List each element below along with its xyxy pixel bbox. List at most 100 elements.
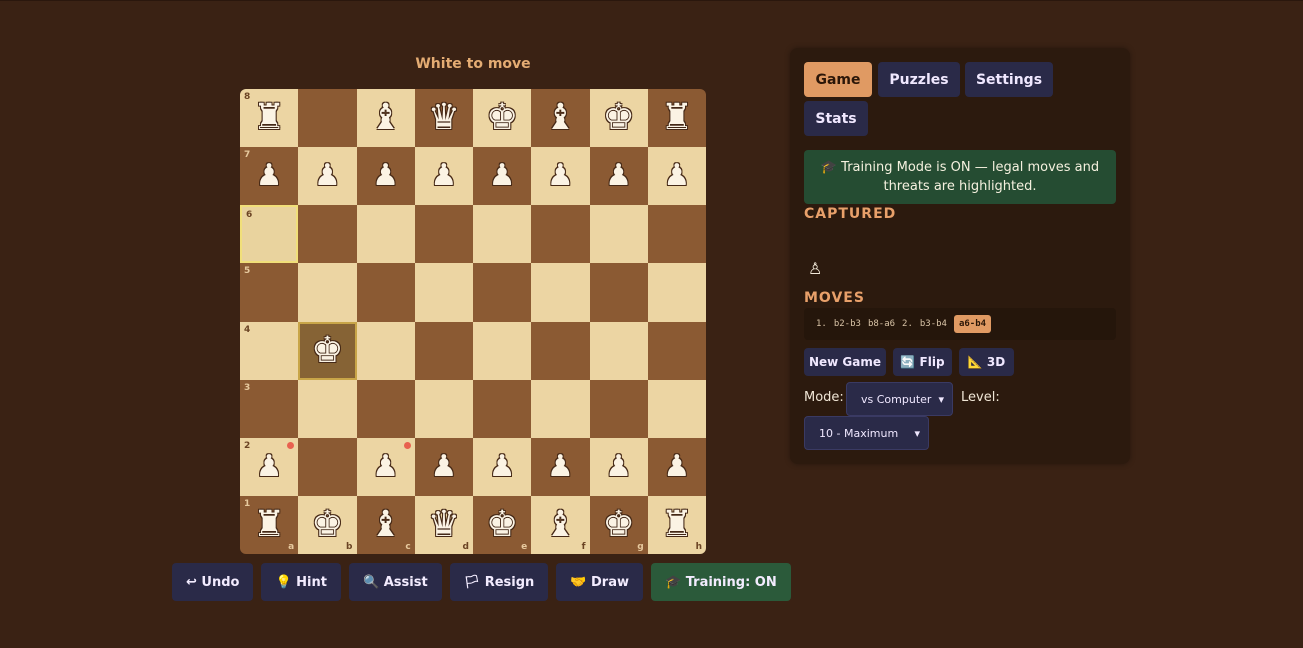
- square-e7[interactable]: ♟: [473, 147, 532, 206]
- bishop-icon[interactable]: ♝: [369, 506, 401, 543]
- tab-stats[interactable]: Stats: [804, 101, 868, 136]
- pawn-icon[interactable]: ♟: [256, 451, 283, 482]
- square-c7[interactable]: ♟: [356, 147, 415, 206]
- tab-game[interactable]: Game: [804, 62, 872, 97]
- mode-select[interactable]: vs Computer ▾: [846, 382, 953, 416]
- pawn-icon[interactable]: ♟: [430, 451, 457, 482]
- square-h7[interactable]: ♟: [647, 147, 706, 206]
- new-game-button[interactable]: New Game: [804, 348, 886, 376]
- tab-settings[interactable]: Settings: [965, 62, 1053, 97]
- bishop-icon[interactable]: ♝: [544, 100, 576, 136]
- king-icon[interactable]: ♚: [311, 332, 343, 369]
- square-f3[interactable]: [531, 379, 590, 438]
- square-g1[interactable]: g ♚: [589, 495, 648, 554]
- chess-board[interactable]: 8 ♜ ♝ ♛ ♚ ♝ ♚ ♜ 7 ♟ ♟ ♟ ♟ ♟ ♟ ♟ ♟ 6 5 4 ♚ 3 2 ♟ ♟ ♟ ♟ ♟ ♟ ♟ 1 a ♜ b ♚ c ♝ d ♛ e…: [240, 89, 706, 554]
- square-a8[interactable]: 8 ♜: [240, 89, 299, 148]
- square-a5[interactable]: 5: [240, 263, 299, 322]
- square-e5[interactable]: [473, 263, 532, 322]
- pawn-icon[interactable]: ♟: [663, 451, 690, 482]
- square-b3[interactable]: [298, 379, 357, 438]
- rook-icon[interactable]: ♜: [253, 506, 285, 543]
- square-f2[interactable]: ♟: [531, 437, 590, 496]
- assist-button[interactable]: 🔍 Assist: [349, 563, 442, 601]
- pawn-icon[interactable]: ♟: [314, 161, 341, 191]
- move-entry[interactable]: b8-a6: [868, 319, 895, 329]
- square-c8[interactable]: ♝: [356, 89, 415, 148]
- rook-icon[interactable]: ♜: [661, 506, 693, 543]
- square-d8[interactable]: ♛: [414, 89, 473, 148]
- square-c1[interactable]: c ♝: [356, 495, 415, 554]
- pawn-icon[interactable]: ♟: [605, 451, 632, 482]
- rook-icon[interactable]: ♜: [661, 100, 693, 136]
- square-h5[interactable]: [647, 263, 706, 322]
- square-g8[interactable]: ♚: [589, 89, 648, 148]
- square-g5[interactable]: [589, 263, 648, 322]
- square-c6[interactable]: [356, 205, 415, 264]
- square-f4[interactable]: [531, 321, 590, 380]
- square-f8[interactable]: ♝: [531, 89, 590, 148]
- square-h4[interactable]: [647, 321, 706, 380]
- square-d3[interactable]: [414, 379, 473, 438]
- square-c3[interactable]: [356, 379, 415, 438]
- square-h2[interactable]: ♟: [647, 437, 706, 496]
- king-icon[interactable]: ♚: [486, 100, 518, 136]
- bishop-icon[interactable]: ♝: [369, 100, 401, 136]
- hint-button[interactable]: 💡 Hint: [261, 563, 341, 601]
- king-icon[interactable]: ♚: [602, 100, 634, 136]
- pawn-icon[interactable]: ♟: [547, 451, 574, 482]
- square-b1[interactable]: b ♚: [298, 495, 357, 554]
- move-entry[interactable]: b2-b3: [834, 319, 861, 329]
- square-a6[interactable]: 6: [240, 205, 299, 264]
- square-d2[interactable]: ♟: [414, 437, 473, 496]
- move-entry-current[interactable]: a6-b4: [953, 315, 992, 333]
- pawn-icon[interactable]: ♟: [372, 451, 399, 482]
- square-g7[interactable]: ♟: [589, 147, 648, 206]
- pawn-icon[interactable]: ♟: [605, 161, 632, 191]
- square-f7[interactable]: ♟: [531, 147, 590, 206]
- square-d7[interactable]: ♟: [414, 147, 473, 206]
- square-b8[interactable]: [298, 89, 357, 148]
- square-h1[interactable]: h ♜: [647, 495, 706, 554]
- square-a1[interactable]: 1 a ♜: [240, 495, 299, 554]
- pawn-icon[interactable]: ♟: [430, 161, 457, 191]
- tab-puzzles[interactable]: Puzzles: [878, 62, 960, 97]
- square-h8[interactable]: ♜: [647, 89, 706, 148]
- square-e8[interactable]: ♚: [473, 89, 532, 148]
- square-d5[interactable]: [414, 263, 473, 322]
- square-e2[interactable]: ♟: [473, 437, 532, 496]
- square-e3[interactable]: [473, 379, 532, 438]
- square-b4[interactable]: ♚: [298, 321, 357, 380]
- 3d-button[interactable]: 📐 3D: [959, 348, 1014, 376]
- square-d4[interactable]: [414, 321, 473, 380]
- square-d1[interactable]: d ♛: [414, 495, 473, 554]
- square-f6[interactable]: [531, 205, 590, 264]
- square-e1[interactable]: e ♚: [473, 495, 532, 554]
- square-f5[interactable]: [531, 263, 590, 322]
- square-a7[interactable]: 7 ♟: [240, 147, 299, 206]
- square-g3[interactable]: [589, 379, 648, 438]
- square-e4[interactable]: [473, 321, 532, 380]
- square-a4[interactable]: 4: [240, 321, 299, 380]
- queen-icon[interactable]: ♛: [428, 100, 460, 136]
- king-icon[interactable]: ♚: [311, 506, 343, 543]
- resign-button[interactable]: 🏳 Resign: [449, 563, 549, 601]
- pawn-icon[interactable]: ♟: [489, 451, 516, 482]
- square-d6[interactable]: [414, 205, 473, 264]
- pawn-icon[interactable]: ♟: [547, 161, 574, 191]
- square-e6[interactable]: [473, 205, 532, 264]
- pawn-icon[interactable]: ♟: [663, 161, 690, 191]
- move-entry[interactable]: b3-b4: [920, 319, 947, 329]
- square-g2[interactable]: ♟: [589, 437, 648, 496]
- pawn-icon[interactable]: ♟: [489, 161, 516, 191]
- pawn-icon[interactable]: ♟: [256, 161, 283, 191]
- square-b2[interactable]: [298, 437, 357, 496]
- square-f1[interactable]: f ♝: [531, 495, 590, 554]
- queen-icon[interactable]: ♛: [428, 506, 460, 543]
- square-g4[interactable]: [589, 321, 648, 380]
- king-icon[interactable]: ♚: [602, 506, 634, 543]
- bishop-icon[interactable]: ♝: [544, 506, 576, 543]
- square-c5[interactable]: [356, 263, 415, 322]
- undo-button[interactable]: ↩ Undo: [172, 563, 254, 601]
- level-select[interactable]: 10 - Maximum ▾: [804, 416, 929, 450]
- square-h6[interactable]: [647, 205, 706, 264]
